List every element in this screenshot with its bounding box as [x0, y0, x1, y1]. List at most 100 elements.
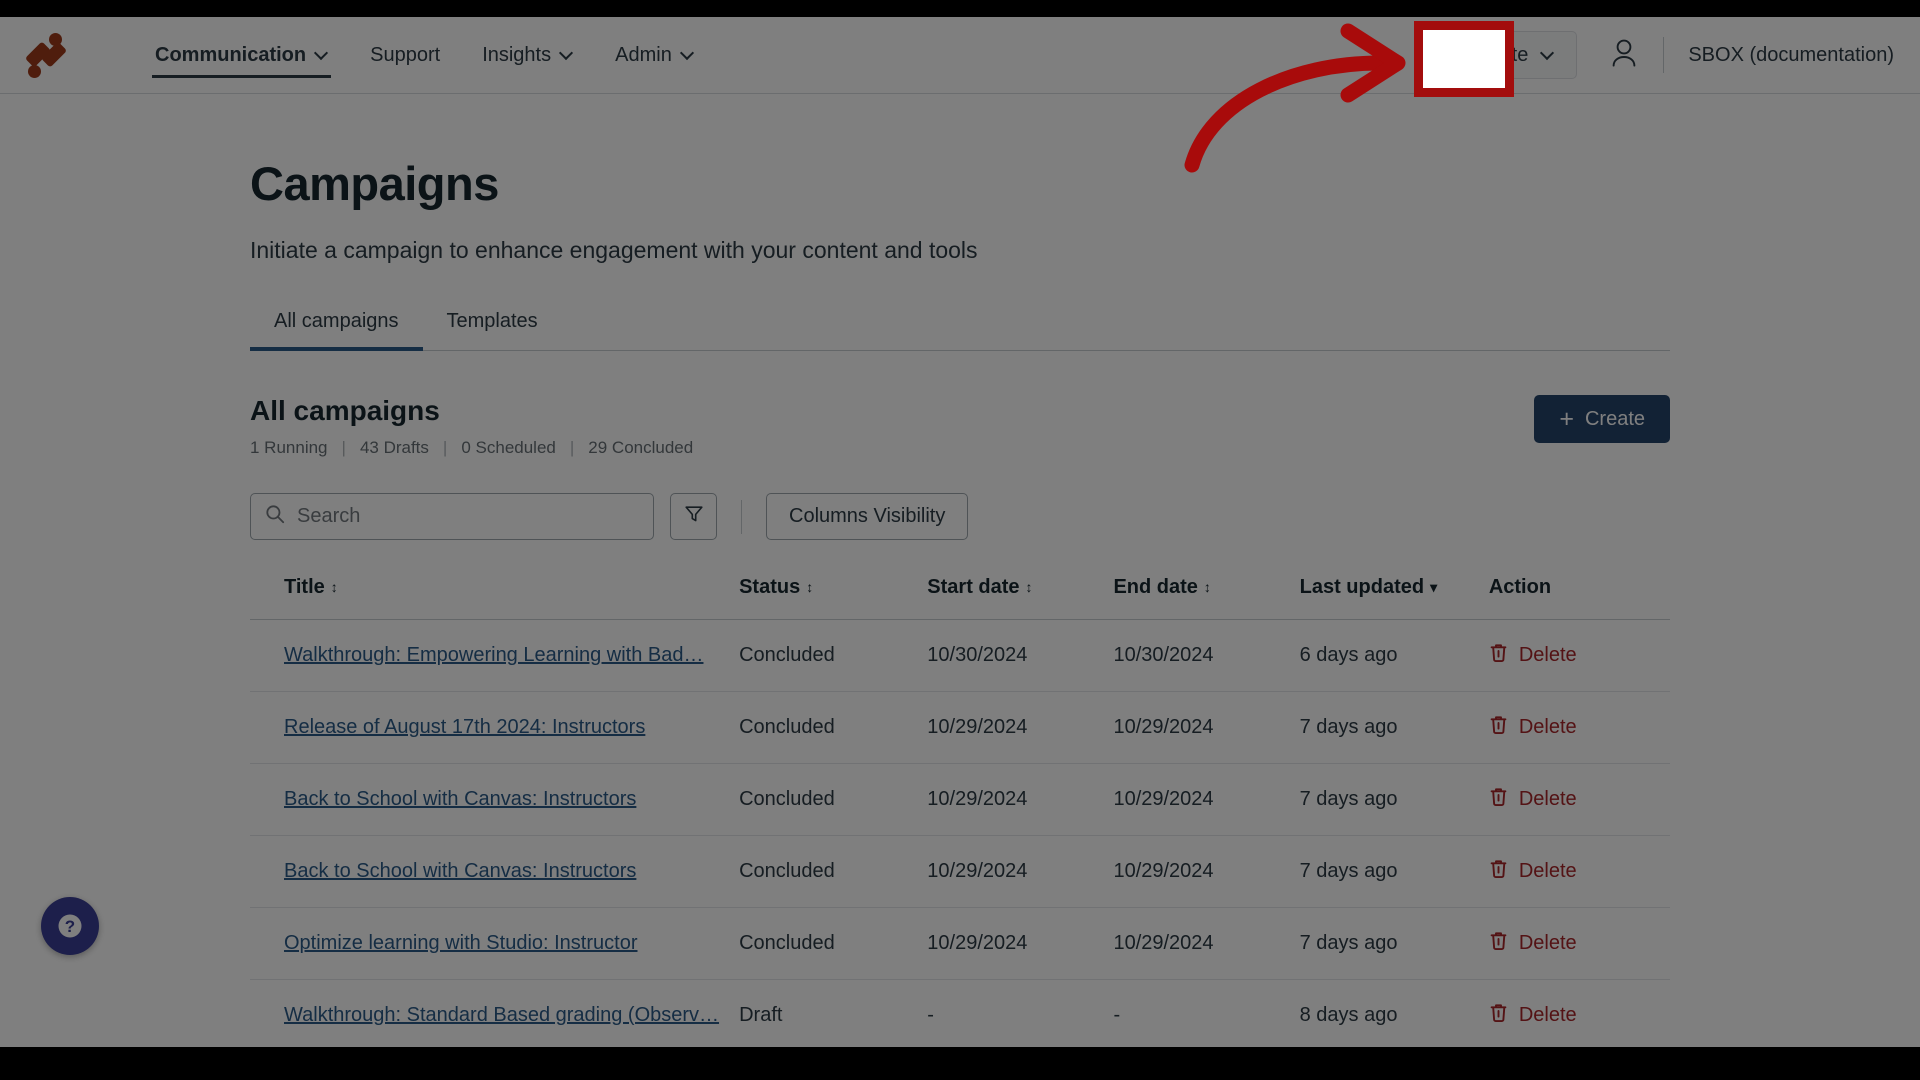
- sort-icon: ↕: [330, 579, 338, 595]
- cell-last-updated: 7 days ago: [1299, 763, 1489, 836]
- columns-visibility-button[interactable]: Columns Visibility: [766, 493, 969, 540]
- cell-title: Back to School with Canvas: Instructors: [250, 763, 740, 836]
- delete-button[interactable]: Delete: [1489, 786, 1577, 813]
- primary-nav-items: Communication Support Insights Admin: [134, 17, 715, 94]
- instructure-logo-icon[interactable]: [22, 32, 68, 78]
- table-row: Walkthrough: Standard Based grading (Obs…: [250, 979, 1670, 1047]
- create-button-primary[interactable]: + Create: [1534, 395, 1670, 443]
- column-header-label: End date: [1113, 576, 1198, 598]
- cell-action: Delete: [1488, 979, 1670, 1047]
- campaign-title-link[interactable]: Release of August 17th 2024: Instructors: [284, 716, 645, 738]
- delete-button[interactable]: Delete: [1489, 714, 1577, 741]
- cell-status: Concluded: [739, 835, 928, 908]
- cell-end-date: 10/29/2024: [1113, 691, 1300, 764]
- campaign-title-link[interactable]: Optimize learning with Studio: Instructo…: [284, 932, 638, 954]
- table-row: Optimize learning with Studio: Instructo…: [250, 907, 1670, 980]
- cell-status: Concluded: [739, 907, 928, 980]
- tab-label: Templates: [446, 310, 538, 332]
- delete-label: Delete: [1518, 716, 1577, 738]
- browser-viewport: Communication Support Insights Admin + C…: [0, 17, 1920, 1047]
- cell-start-date: 10/29/2024: [927, 907, 1114, 980]
- sort-icon: ↕: [1203, 579, 1211, 595]
- nav-item-label: Admin: [615, 43, 672, 66]
- tab-all-campaigns[interactable]: All campaigns: [250, 310, 423, 351]
- cell-start-date: -: [927, 979, 1114, 1047]
- trash-icon: [1489, 714, 1508, 741]
- chevron-down-icon: [681, 47, 694, 60]
- create-button-label: Create: [1468, 43, 1529, 66]
- column-header-label: Status: [739, 576, 801, 598]
- table-head: Title ↕ Status ↕ Start date ↕ End date ↕ Las…: [250, 576, 1670, 620]
- cell-status: Concluded: [739, 763, 928, 836]
- question-mark-icon: ?: [58, 914, 82, 938]
- nav-item-support[interactable]: Support: [349, 17, 461, 94]
- table-header-row: Title ↕ Status ↕ Start date ↕ End date ↕ Las…: [250, 576, 1670, 620]
- delete-button[interactable]: Delete: [1489, 1002, 1577, 1029]
- table-row: Back to School with Canvas: Instructors …: [250, 763, 1670, 836]
- filter-button[interactable]: [670, 493, 717, 540]
- delete-label: Delete: [1518, 788, 1577, 810]
- delete-button[interactable]: Delete: [1489, 642, 1577, 669]
- trash-icon: [1489, 858, 1508, 885]
- campaign-title-link[interactable]: Walkthrough: Empowering Learning with Ba…: [284, 644, 703, 666]
- cell-last-updated: 7 days ago: [1299, 691, 1489, 764]
- nav-item-admin[interactable]: Admin: [594, 17, 715, 94]
- cell-title: Release of August 17th 2024: Instructors: [250, 691, 740, 764]
- cell-action: Delete: [1488, 619, 1670, 692]
- count-separator: |: [569, 438, 575, 457]
- search-input[interactable]: [297, 505, 639, 528]
- delete-label: Delete: [1518, 932, 1577, 954]
- column-header-title[interactable]: Title ↕: [250, 576, 740, 620]
- user-account-icon[interactable]: [1611, 38, 1637, 73]
- delete-button[interactable]: Delete: [1489, 858, 1577, 885]
- cell-end-date: 10/29/2024: [1113, 763, 1300, 836]
- svg-text:?: ?: [65, 917, 75, 936]
- page-subtitle: Initiate a campaign to enhance engagemen…: [250, 237, 978, 263]
- campaign-title-link[interactable]: Walkthrough: Standard Based grading (Obs…: [284, 1004, 719, 1026]
- trash-icon: [1489, 786, 1508, 813]
- delete-label: Delete: [1518, 644, 1577, 666]
- nav-item-insights[interactable]: Insights: [461, 17, 594, 94]
- section-header-left: All campaigns 1 Running | 43 Drafts | 0 …: [250, 395, 693, 458]
- search-field[interactable]: [250, 493, 654, 540]
- column-header-start-date[interactable]: Start date ↕: [927, 576, 1114, 620]
- nav-item-label: Insights: [482, 43, 552, 66]
- trash-icon: [1489, 1002, 1508, 1029]
- cell-last-updated: 6 days ago: [1299, 619, 1489, 692]
- campaign-title-link[interactable]: Back to School with Canvas: Instructors: [284, 788, 636, 810]
- tab-label: All campaigns: [274, 310, 399, 332]
- count-concluded: 29 Concluded: [588, 438, 694, 457]
- help-button[interactable]: ?: [41, 897, 99, 955]
- column-header-last-updated[interactable]: Last updated ▾: [1299, 576, 1489, 620]
- trash-icon: [1489, 930, 1508, 957]
- delete-button[interactable]: Delete: [1489, 930, 1577, 957]
- nav-item-label: Communication: [155, 43, 307, 66]
- cell-action: Delete: [1488, 691, 1670, 764]
- cell-title: Optimize learning with Studio: Instructo…: [250, 907, 740, 980]
- campaigns-table: Title ↕ Status ↕ Start date ↕ End date ↕ Las…: [250, 576, 1670, 1047]
- table-body: Walkthrough: Empowering Learning with Ba…: [250, 619, 1670, 1047]
- section-header-row: All campaigns 1 Running | 43 Drafts | 0 …: [250, 395, 1670, 458]
- count-running: 1 Running: [250, 438, 328, 457]
- table-row: Walkthrough: Empowering Learning with Ba…: [250, 619, 1670, 692]
- campaign-status-counts: 1 Running | 43 Drafts | 0 Scheduled | 29…: [250, 438, 693, 458]
- toolbar-divider: [741, 499, 742, 534]
- nav-item-label: Support: [370, 43, 441, 66]
- cell-end-date: -: [1113, 979, 1300, 1047]
- count-separator: |: [341, 438, 346, 457]
- create-button-topnav[interactable]: + Create: [1416, 31, 1578, 79]
- main-content: Campaigns Initiate a campaign to enhance…: [0, 94, 1920, 1047]
- letterbox-top-bar: [0, 0, 1920, 17]
- tab-templates[interactable]: Templates: [423, 310, 562, 350]
- column-header-label: Title: [284, 576, 325, 598]
- column-header-end-date[interactable]: End date ↕: [1113, 576, 1300, 620]
- search-icon: [265, 504, 285, 529]
- cell-title: Walkthrough: Empowering Learning with Ba…: [250, 619, 740, 692]
- cell-title: Walkthrough: Standard Based grading (Obs…: [250, 979, 740, 1047]
- campaign-title-link[interactable]: Back to School with Canvas: Instructors: [284, 860, 636, 882]
- column-header-status[interactable]: Status ↕: [739, 576, 928, 620]
- cell-end-date: 10/29/2024: [1113, 835, 1300, 908]
- cell-last-updated: 8 days ago: [1299, 979, 1489, 1047]
- plus-icon: +: [1439, 39, 1456, 70]
- nav-item-communication[interactable]: Communication: [134, 17, 349, 94]
